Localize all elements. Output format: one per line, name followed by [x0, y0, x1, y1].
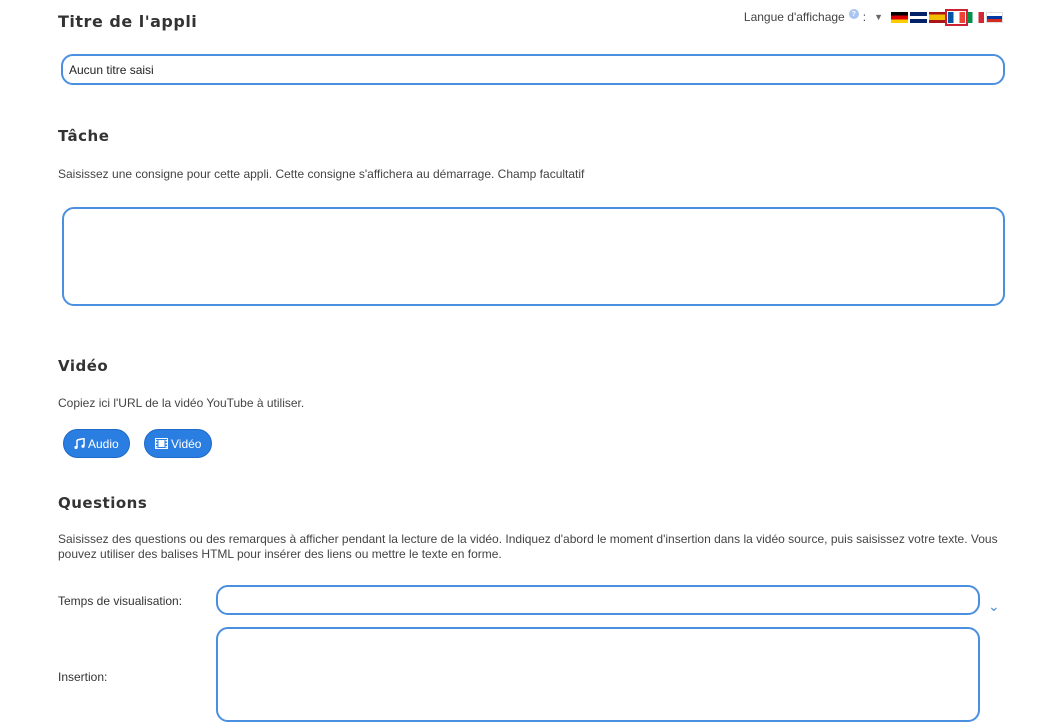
audio-button-label: Audio [88, 436, 119, 451]
film-icon [155, 438, 168, 449]
insertion-textarea[interactable] [216, 627, 980, 722]
german-flag[interactable] [891, 11, 908, 23]
language-label: Langue d'affichage [743, 10, 845, 24]
language-selector: Langue d'affichage ? : ▼ [743, 8, 1003, 26]
language-separator: : [862, 10, 867, 24]
french-flag[interactable] [945, 8, 968, 26]
task-description: Saisissez une consigne pour cette appli.… [58, 167, 585, 181]
app-title-heading: Titre de l'appli [58, 12, 198, 31]
task-textarea[interactable] [62, 207, 1005, 306]
russian-flag[interactable] [986, 11, 1003, 23]
time-input[interactable] [216, 585, 980, 615]
video-button-label: Vidéo [171, 436, 202, 451]
caret-down-icon[interactable]: ▼ [874, 12, 883, 22]
spanish-flag[interactable] [929, 11, 946, 23]
audio-button[interactable]: Audio [63, 429, 130, 458]
chevron-down-icon[interactable]: ⌄ [988, 598, 1000, 615]
british-flag[interactable] [910, 11, 927, 23]
questions-heading: Questions [58, 494, 148, 512]
help-icon[interactable]: ? [848, 9, 859, 19]
video-button[interactable]: Vidéo [144, 429, 213, 458]
video-heading: Vidéo [58, 357, 109, 375]
video-description: Copiez ici l'URL de la vidéo YouTube à u… [58, 396, 305, 410]
questions-description: Saisissez des questions ou des remarques… [58, 532, 998, 561]
app-title-input[interactable]: Aucun titre saisi [61, 54, 1005, 85]
task-heading: Tâche [58, 127, 110, 145]
time-label: Temps de visualisation: [58, 594, 183, 608]
music-note-icon [74, 438, 85, 449]
italian-flag[interactable] [967, 11, 984, 23]
app-title-value: Aucun titre saisi [69, 62, 154, 77]
flag-list [891, 8, 1003, 26]
insertion-label: Insertion: [58, 670, 108, 684]
